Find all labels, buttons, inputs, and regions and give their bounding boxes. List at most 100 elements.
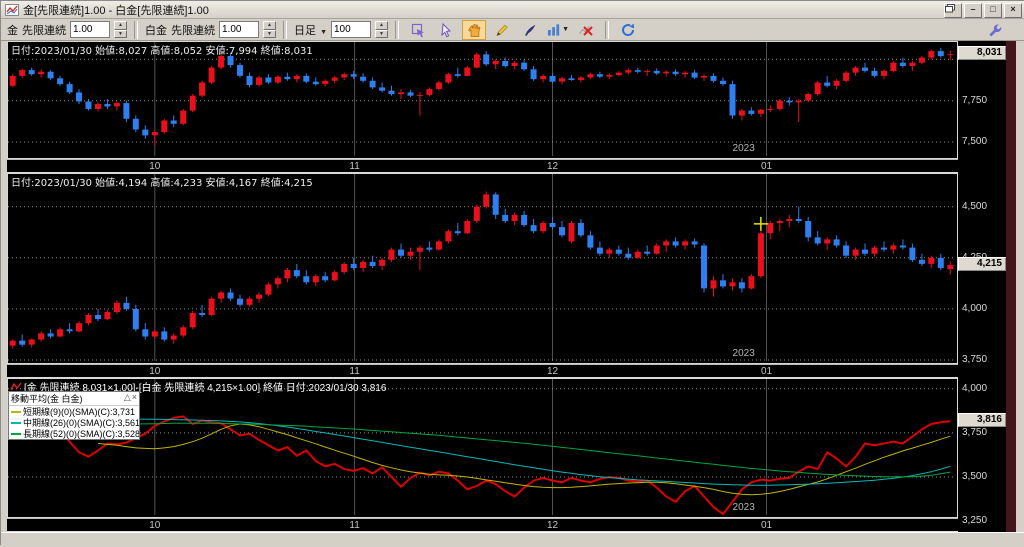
year-label: 2023 — [732, 348, 755, 359]
gold-plot-area[interactable] — [7, 41, 958, 159]
platinum-multiplier-input[interactable] — [219, 21, 259, 38]
sma-long-swatch — [11, 432, 21, 435]
legend-title: 移動平均(金 白金) — [11, 394, 83, 404]
price-axis-label: 7,750 — [962, 94, 988, 106]
current-price-tag: 8,031 — [958, 46, 1006, 61]
bar-count-stepper[interactable]: ▲ ▼ — [375, 21, 388, 38]
chart-zone: 日付:2023/01/30 始値:8,027 高値:8,052 安値:7,994… — [1, 41, 1024, 532]
sma-short-swatch — [11, 410, 21, 413]
cascade-windows-button[interactable] — [944, 3, 962, 18]
spread-chart-panel: [金 先限連続 8,031×1.00]-[白金 先限連続 4,215×1.00]… — [7, 378, 1006, 532]
price-axis-label: 7,500 — [962, 135, 988, 147]
time-axis-label: 01 — [760, 520, 773, 531]
price-axis-label: 3,500 — [962, 471, 988, 483]
gold-series-label: 先限連続 — [22, 24, 66, 37]
toolbar: 金 先限連続 ▲▼ 白金 先限連続 ▲▼ 日足 ▼ ▲▼ — [1, 19, 1024, 41]
hand-pan-tool-button[interactable] — [462, 19, 486, 40]
app-window: 金[先限連続]1.00 - 白金[先限連続]1.00 – □ × 金 先限連続 … — [0, 0, 1024, 547]
current-price-tag: 3,816 — [958, 413, 1006, 428]
window-title: 金[先限連続]1.00 - 白金[先限連続]1.00 — [23, 4, 209, 17]
sma-short-label: 短期線(9)(0)(SMA)(C):3,731 — [23, 407, 136, 417]
gold-multiplier-stepper[interactable]: ▲ ▼ — [114, 21, 127, 38]
price-axis-label: 4,500 — [962, 200, 988, 212]
pen-annotate-tool-button[interactable] — [518, 20, 542, 40]
refresh-button[interactable] — [616, 20, 640, 40]
crosshair-select-icon — [411, 23, 424, 37]
time-axis-label: 01 — [760, 161, 773, 172]
spread-price-axis[interactable]: 4,000 3,750 3,500 3,250 3,816 — [958, 378, 1006, 532]
gold-price-axis[interactable]: 7,750 7,500 8,031 — [958, 41, 1006, 173]
price-axis-label: 4,000 — [962, 382, 988, 394]
maximize-button[interactable]: □ — [984, 3, 1002, 18]
year-label: 2023 — [732, 143, 755, 154]
time-axis-label: 11 — [349, 366, 360, 377]
toolbar-separator — [395, 20, 399, 39]
toolbar-separator — [605, 20, 609, 39]
legend-row: 短期線(9)(0)(SMA)(C):3,731 — [9, 406, 139, 417]
refresh-icon — [622, 23, 635, 36]
legend-close-button[interactable]: × — [132, 392, 137, 402]
pencil-icon — [496, 24, 508, 36]
close-button[interactable]: × — [1004, 3, 1022, 18]
time-axis-label: 10 — [149, 366, 161, 377]
sma-mid-swatch — [11, 421, 21, 424]
current-price-tag: 4,215 — [958, 256, 1006, 271]
platinum-chart-panel: 日付:2023/01/30 始値:4,194 高値:4,233 安値:4,167… — [7, 173, 1006, 378]
time-axis-label: 11 — [349, 520, 360, 531]
legend-collapse-button[interactable]: △ — [124, 392, 131, 402]
crosshair-tool-button[interactable] — [406, 20, 430, 40]
delete-chart-icon — [579, 25, 593, 36]
bar-chart-icon — [547, 24, 560, 36]
pointer-icon — [441, 22, 452, 37]
gold-chart-svg — [8, 42, 955, 156]
quill-pen-icon — [525, 24, 536, 36]
platinum-symbol-label: 白金 — [145, 24, 167, 37]
chart-window-icon — [5, 3, 19, 16]
time-axis-label: 01 — [760, 366, 773, 377]
pencil-draw-tool-button[interactable] — [490, 20, 514, 40]
toolbar-separator — [134, 20, 138, 39]
pointer-tool-button[interactable] — [434, 20, 458, 40]
cascade-icon — [945, 4, 955, 13]
title-bar[interactable]: 金[先限連続]1.00 - 白金[先限連続]1.00 – □ × — [1, 1, 1024, 19]
year-label: 2023 — [732, 502, 755, 513]
period-select[interactable]: 日足 ▼ — [294, 22, 327, 38]
sma-mid-label: 中期線(26)(0)(SMA)(C):3,561 — [23, 418, 139, 428]
chevron-down-icon: ▼ — [320, 28, 327, 36]
price-axis-label: 3,750 — [962, 353, 988, 365]
gold-ohlc-info: 日付:2023/01/30 始値:8,027 高値:8,052 安値:7,994… — [11, 46, 313, 57]
toolbar-separator — [283, 20, 287, 39]
gold-time-axis: 10 11 12 01 — [7, 159, 958, 173]
moving-average-legend: 移動平均(金 白金) △× 短期線(9)(0)(SMA)(C):3,731 中期… — [8, 391, 140, 440]
gold-symbol-label: 金 — [7, 24, 18, 37]
platinum-multiplier-stepper[interactable]: ▲ ▼ — [263, 21, 276, 38]
chevron-down-icon: ▼ — [562, 26, 569, 33]
platinum-price-axis[interactable]: 4,5004,2504,0003,7504,215 — [958, 173, 1006, 378]
wrench-icon — [989, 24, 1002, 37]
minimize-button[interactable]: – — [964, 3, 982, 18]
platinum-ohlc-info: 日付:2023/01/30 始値:4,194 高値:4,233 安値:4,167… — [11, 178, 313, 189]
spread-time-axis: 10 11 12 01 — [7, 518, 958, 532]
spread-plot-area[interactable] — [7, 378, 958, 518]
gold-multiplier-input[interactable] — [70, 21, 110, 38]
spread-chart-svg — [8, 379, 955, 515]
time-axis-label: 12 — [546, 520, 559, 531]
time-axis-label: 11 — [349, 161, 360, 172]
platinum-series-label: 先限連続 — [171, 24, 215, 37]
time-axis-label: 10 — [149, 161, 161, 172]
platinum-plot-area[interactable] — [7, 173, 958, 364]
price-axis-label: 3,750 — [962, 426, 988, 438]
settings-button[interactable] — [987, 22, 1003, 38]
delete-indicator-button[interactable] — [574, 20, 598, 40]
price-axis-label: 3,250 — [962, 515, 988, 527]
hand-icon — [468, 23, 481, 37]
sma-long-label: 長期線(52)(0)(SMA)(C):3,528 — [23, 429, 139, 439]
right-edge-strip — [1006, 41, 1016, 532]
legend-row: 中期線(26)(0)(SMA)(C):3,561 — [9, 417, 139, 428]
platinum-time-axis: 10 11 12 01 — [7, 364, 958, 378]
platinum-chart-svg — [8, 174, 955, 361]
line-chart-icon — [10, 382, 22, 391]
chart-type-button[interactable]: ▼ — [546, 20, 570, 40]
bar-count-input[interactable] — [331, 21, 371, 38]
legend-row: 長期線(52)(0)(SMA)(C):3,528 — [9, 428, 139, 439]
